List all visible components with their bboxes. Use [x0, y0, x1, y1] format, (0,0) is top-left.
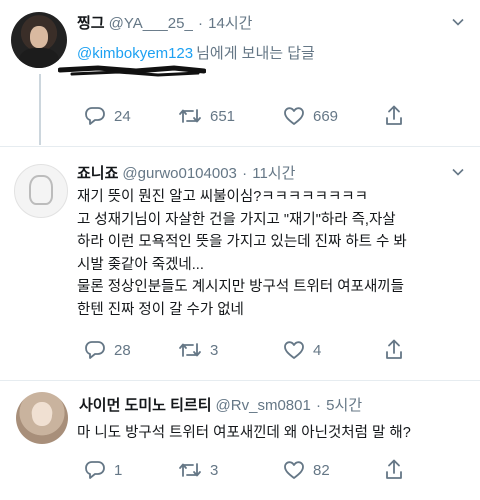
tweet-1[interactable]: 찡그 @YA___25_ · 14시간 @kimbokyem123 님에게 보내는 … — [0, 0, 480, 145]
display-name[interactable]: 죠니죠 — [77, 165, 118, 182]
tweet-text: 마 니도 방구석 트위터 여포새낀데 왜 아닌것처럼 말 해? — [77, 422, 411, 445]
share-icon — [386, 105, 402, 125]
separator-dot: · — [242, 165, 248, 182]
tweet-text-line: 고 성재기님이 자살한 건을 가지고 "재기"하라 즉,자살 — [77, 211, 396, 228]
tweet-actions: 28 3 4 — [77, 338, 477, 362]
chevron-down-icon[interactable] — [452, 168, 464, 176]
tweet-header: 찡그 @YA___25_ · 14시간 — [77, 12, 252, 33]
like-icon — [284, 107, 304, 125]
retweet-button[interactable]: 3 — [178, 338, 218, 362]
separator-dot: · — [197, 15, 203, 32]
like-count: 82 — [313, 461, 330, 479]
tweet-2[interactable]: 죠니죠 @gurwo0104003 · 11시간 재기 뜻이 뭔진 알고 씨불이심… — [0, 148, 480, 378]
reply-context: @kimbokyem123 님에게 보내는 답글 — [77, 42, 315, 63]
tweet-text-line: 재기 뜻이 뭔진 알고 씨불이심?ㅋㅋㅋㅋㅋㅋㅋㅋ — [77, 189, 368, 205]
tweet-3[interactable]: 사이먼 도미노 티르티 @Rv_sm0801 · 5시간 마 니도 방구석 트위터… — [0, 382, 480, 500]
tweet-header: 사이먼 도미노 티르티 @Rv_sm0801 · 5시간 — [79, 394, 362, 415]
tweet-actions: 1 3 82 — [77, 458, 477, 482]
tweet-actions: 24 651 669 — [77, 104, 477, 128]
reply-button[interactable]: 24 — [84, 104, 131, 128]
retweet-icon — [179, 463, 201, 477]
timestamp[interactable]: 5시간 — [326, 397, 362, 414]
tweet-divider — [0, 146, 480, 147]
share-icon — [386, 339, 402, 359]
avatar[interactable] — [16, 392, 68, 444]
like-button[interactable]: 669 — [283, 104, 338, 128]
retweet-icon — [179, 109, 201, 123]
separator-dot: · — [316, 397, 321, 414]
display-name[interactable]: 사이먼 도미노 티르티 — [79, 397, 212, 414]
reply-icon — [85, 107, 105, 125]
like-button[interactable]: 82 — [283, 458, 330, 482]
retweet-count: 3 — [210, 461, 219, 479]
reply-count: 1 — [114, 461, 123, 479]
like-icon — [284, 461, 304, 479]
reply-icon — [85, 461, 105, 479]
like-button[interactable]: 4 — [283, 338, 321, 362]
avatar[interactable] — [14, 164, 68, 218]
tweet-text-line: 한텐 진짜 정이 갈 수가 없네 — [77, 301, 244, 318]
tweet-text-line: 하라 이런 모욕적인 뜻을 가지고 있는데 진짜 하트 수 봐 — [77, 234, 407, 250]
reply-button[interactable]: 1 — [84, 458, 122, 482]
reply-suffix: 님에게 보내는 답글 — [196, 45, 315, 62]
redaction-scribble — [58, 65, 206, 77]
avatar[interactable] — [11, 12, 67, 68]
reply-count: 28 — [114, 341, 131, 359]
tweet-thread: 찡그 @YA___25_ · 14시간 @kimbokyem123 님에게 보내는 … — [0, 0, 480, 500]
user-handle[interactable]: @gurwo0104003 — [122, 165, 236, 182]
tweet-text-line: 시발 좆같아 죽겠네... — [77, 256, 204, 273]
reply-count: 24 — [114, 107, 131, 125]
tweet-text: 재기 뜻이 뭔진 알고 씨불이심?ㅋㅋㅋㅋㅋㅋㅋㅋ 고 성재기님이 자살한 건을… — [77, 186, 407, 321]
like-icon — [284, 341, 304, 359]
timestamp[interactable]: 14시간 — [208, 15, 252, 32]
tweet-text-line: 마 니도 방구석 트위터 여포새낀데 왜 아닌것처럼 말 해? — [77, 425, 411, 441]
reply-icon — [85, 341, 105, 359]
retweet-count: 651 — [210, 107, 236, 125]
mention-link[interactable]: @kimbokyem123 — [77, 45, 193, 62]
thread-connector — [39, 74, 41, 145]
retweet-count: 3 — [210, 341, 219, 359]
like-count: 4 — [313, 341, 322, 359]
tweet-divider — [0, 380, 480, 381]
retweet-button[interactable]: 3 — [178, 458, 218, 482]
user-handle[interactable]: @YA___25_ — [109, 15, 193, 32]
user-handle[interactable]: @Rv_sm0801 — [216, 397, 311, 414]
retweet-icon — [179, 343, 201, 357]
share-icon — [386, 459, 402, 479]
share-button[interactable] — [384, 458, 404, 482]
chevron-down-icon[interactable] — [452, 18, 464, 26]
like-count: 669 — [313, 107, 339, 125]
share-button[interactable] — [384, 104, 404, 128]
share-button[interactable] — [384, 338, 404, 362]
reply-button[interactable]: 28 — [84, 338, 131, 362]
display-name[interactable]: 찡그 — [77, 15, 105, 32]
tweet-header: 죠니죠 @gurwo0104003 · 11시간 — [77, 162, 295, 183]
retweet-button[interactable]: 651 — [178, 104, 235, 128]
timestamp[interactable]: 11시간 — [252, 165, 295, 182]
tweet-text-line: 물론 정상인분들도 계시지만 방구석 트위터 여포새끼들 — [77, 279, 404, 295]
